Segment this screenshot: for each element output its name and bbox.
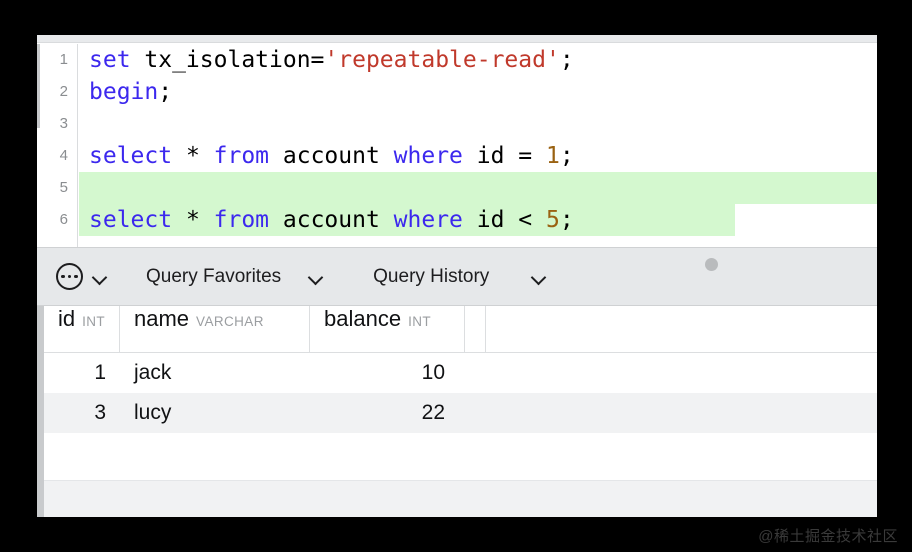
code-token-str: 'repeatable-read' [324,47,560,73]
column-type: INT [408,313,432,329]
ellipsis-dot [67,274,72,279]
query-favorites-label: Query Favorites [146,265,282,287]
chevron-down-icon[interactable] [92,269,108,285]
table-row[interactable]: 1 jack 10 [44,353,877,393]
sql-editor[interactable]: 1 2 3 4 5 6 set tx_isolation='repeatable-read… [37,44,877,247]
code-token-kw: where [393,207,463,233]
query-favorites-dropdown[interactable]: Query Favorites [146,248,324,305]
line-number-gutter: 1 2 3 4 5 6 [41,44,78,247]
code-token-num: 5 [546,207,560,233]
query-toolbar: Query Favorites Query History [37,247,877,306]
code-area[interactable]: set tx_isolation='repeatable-read'; begin… [79,44,877,247]
code-token-plain: ; [158,79,173,105]
code-line[interactable]: set tx_isolation='repeatable-read'; [79,44,877,76]
result-grid-left-rail[interactable] [37,306,44,517]
column-header-id[interactable]: id INT [44,305,120,353]
circle-ellipsis-icon[interactable] [56,263,83,290]
code-token-plain: account [269,143,394,169]
code-line-text: begin; [79,79,172,105]
code-token-plain: id = [462,143,546,169]
code-token-kw: select [89,207,173,233]
code-token-plain: tx_isolation= [130,47,325,73]
table-row[interactable]: 3 lucy 22 [44,393,877,433]
code-line[interactable]: select * from account where id = 1; [79,140,877,172]
ellipsis-dot [74,274,78,279]
result-grid-empty-space [44,433,877,480]
column-name: name [134,305,190,331]
code-token-num: 1 [546,143,560,169]
query-history-dropdown[interactable]: Query History [373,248,547,305]
cell-name[interactable]: jack [120,353,310,393]
code-token-plain: * [172,143,214,169]
cell-id[interactable]: 3 [44,393,120,433]
line-number: 1 [59,51,68,68]
query-history-label: Query History [373,265,490,287]
column-header-name[interactable]: name VARCHAR [120,305,310,353]
column-header-balance[interactable]: balance INT [310,305,465,353]
code-token-plain: ; [559,207,574,233]
code-token-plain: * [172,207,214,233]
column-type: VARCHAR [196,313,264,329]
more-menu-button[interactable] [37,248,108,305]
column-name: id [58,305,76,331]
code-token-kw: where [393,143,463,169]
line-number: 6 [59,211,68,228]
code-line[interactable] [79,108,877,140]
code-token-plain: ; [559,47,574,73]
code-token-kw: from [213,207,270,233]
cell-id[interactable]: 1 [44,353,120,393]
cell-balance[interactable]: 10 [310,353,465,393]
code-token-kw: begin [89,79,159,105]
watermark: @稀土掘金技术社区 [758,528,898,545]
code-token-plain: account [269,207,394,233]
editor-top-strip [37,35,877,43]
result-grid: id INT name VARCHAR balance INT 1 jack 10 3 lucy 2… [37,305,877,517]
result-grid-body: id INT name VARCHAR balance INT 1 jack 10 3 lucy 2… [44,305,877,517]
code-token-plain: id < [462,207,546,233]
result-grid-header: id INT name VARCHAR balance INT [44,305,877,353]
column-header-spacer [465,305,486,353]
line-number: 3 [59,115,68,132]
chevron-down-icon[interactable] [308,269,324,285]
code-line[interactable] [79,172,877,204]
chevron-down-icon[interactable] [531,269,547,285]
code-token-kw: from [213,143,270,169]
ellipsis-dot [61,274,65,279]
cell-name[interactable]: lucy [120,393,310,433]
cell-balance[interactable]: 22 [310,393,465,433]
grey-status-dot [705,258,718,271]
column-type: INT [82,313,106,329]
result-grid-footer [44,480,877,517]
code-token-kw: select [89,143,173,169]
result-grid-rows: 1 jack 10 3 lucy 22 [44,353,877,433]
code-token-plain: ; [559,143,574,169]
code-line-text: select * from account where id = 1; [79,143,574,169]
code-token-kw: set [89,47,131,73]
column-name: balance [324,305,402,331]
sql-client-window: 1 2 3 4 5 6 set tx_isolation='repeatable-read… [37,35,877,517]
code-line-text: select * from account where id < 5; [79,207,574,233]
line-number: 4 [59,147,68,164]
text-selection-highlight [79,172,877,204]
code-line[interactable]: begin; [79,76,877,108]
code-line[interactable]: select * from account where id < 5; [79,204,877,236]
code-line-text: set tx_isolation='repeatable-read'; [79,47,574,73]
screenshot-root: 1 2 3 4 5 6 set tx_isolation='repeatable-read… [0,0,912,552]
line-number: 5 [59,179,68,196]
line-number: 2 [59,83,68,100]
